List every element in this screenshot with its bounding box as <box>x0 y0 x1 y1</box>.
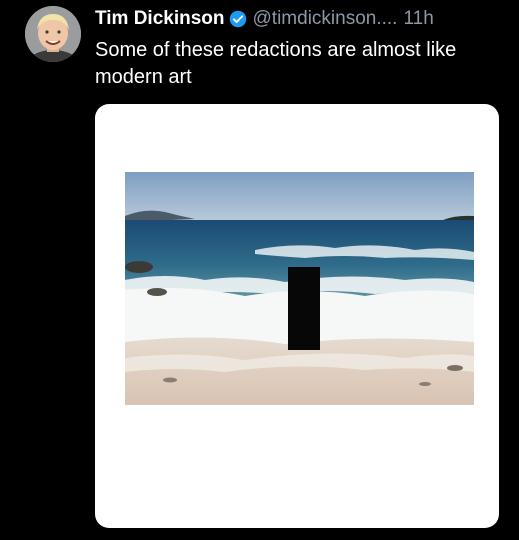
verified-badge-icon <box>229 10 247 28</box>
tweet-header: Tim Dickinson @timdickinson.... 11h <box>95 6 434 32</box>
beach-photo <box>125 172 474 405</box>
user-handle[interactable]: @timdickinson.... <box>253 6 398 32</box>
timestamp[interactable]: 11h <box>403 6 433 32</box>
media-card[interactable] <box>95 104 499 528</box>
tweet-text: Some of these redactions are almost like… <box>95 39 457 88</box>
avatar[interactable] <box>25 6 81 62</box>
display-name[interactable]: Tim Dickinson <box>95 6 225 32</box>
avatar-photo <box>25 6 81 62</box>
redaction-block <box>288 267 320 350</box>
